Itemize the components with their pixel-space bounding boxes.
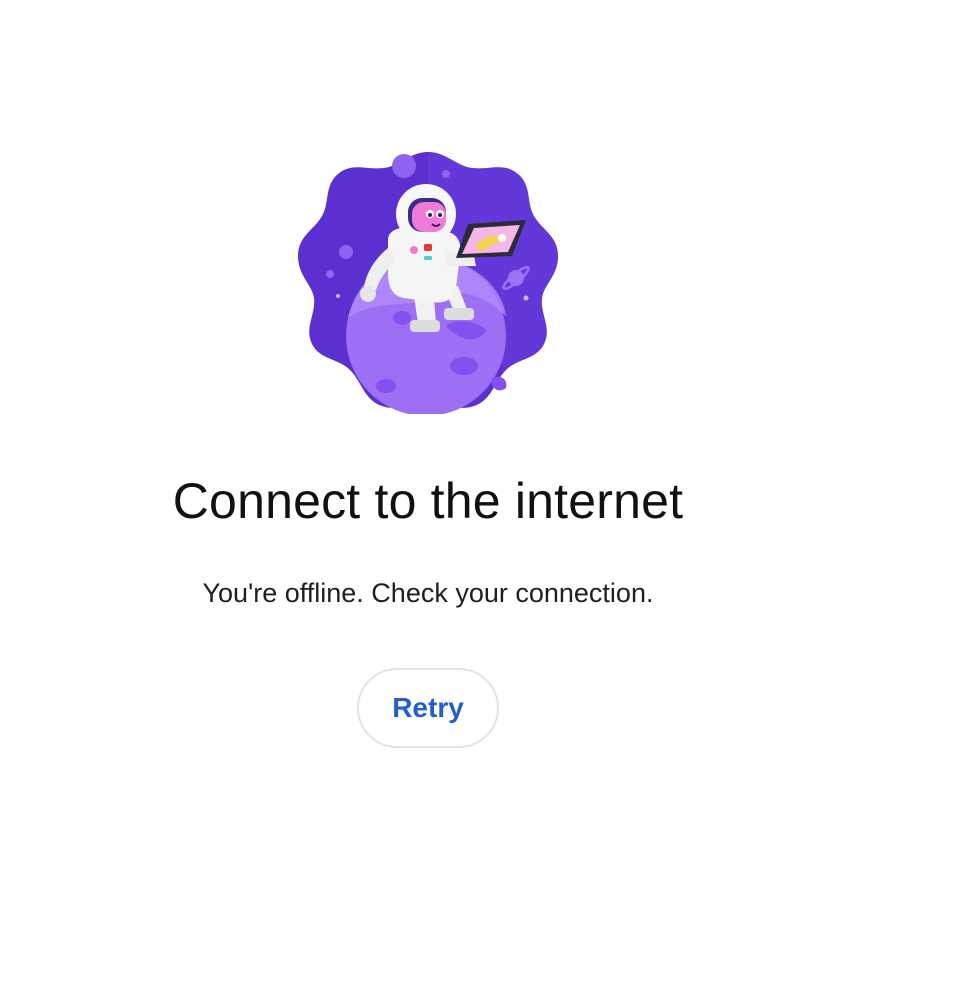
offline-illustration — [296, 148, 560, 414]
offline-message: You're offline. Check your connection. — [202, 578, 654, 608]
retry-button[interactable]: Retry — [357, 668, 499, 748]
astronaut-on-planet-icon — [298, 152, 558, 414]
page-title: Connect to the internet — [172, 473, 684, 529]
